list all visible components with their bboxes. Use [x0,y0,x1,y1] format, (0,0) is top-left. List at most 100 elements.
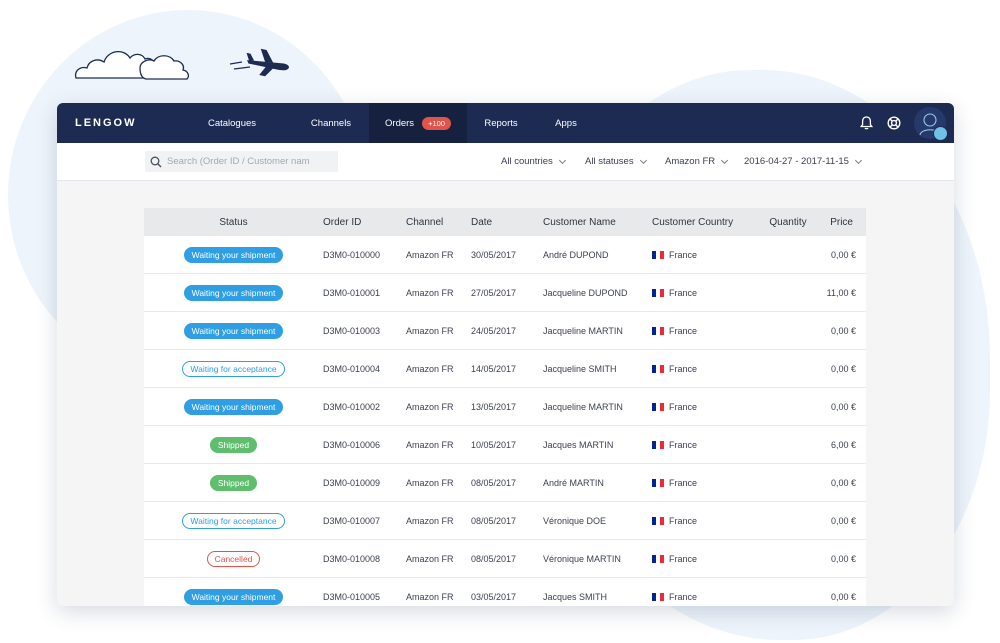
column-header-date[interactable]: Date [471,208,543,236]
customer-name-cell: Jacqueline SMITH [543,349,652,388]
column-header-customer-name[interactable]: Customer Name [543,208,652,236]
nav-channels[interactable]: Channels [293,103,369,143]
orders-table-container: Status Order ID Channel Date Customer Na… [144,208,866,606]
table-row[interactable]: Waiting for acceptance D3M0-010004 Amazon … [144,349,866,388]
price-cell: 0,00 € [812,387,866,426]
date-cell: 08/05/2017 [471,501,543,540]
column-header-status[interactable]: Status [144,208,323,236]
avatar[interactable] [914,107,948,141]
france-flag-icon [652,288,664,297]
nav-orders[interactable]: Orders +100 [369,103,467,143]
table-row[interactable]: Waiting for acceptance D3M0-010007 Amazon … [144,501,866,540]
price-cell: 0,00 € [812,311,866,350]
france-flag-icon [652,554,664,563]
order-id-cell[interactable]: D3M0-010001 [323,273,406,312]
order-id-cell[interactable]: D3M0-010008 [323,539,406,578]
quantity-cell [764,539,812,578]
table-row[interactable]: Shipped D3M0-010009 Amazon FR 08/05/2017 And… [144,463,866,502]
table-row[interactable]: Waiting your shipment D3M0-010000 Amazon F… [144,236,866,274]
status-cell: Waiting your shipment [144,273,323,312]
status-badge: Shipped [209,436,258,453]
order-id-cell[interactable]: D3M0-010006 [323,425,406,464]
order-id-cell[interactable]: D3M0-010009 [323,463,406,502]
status-badge: Shipped [209,474,258,491]
country-label: France [669,287,698,298]
table-row[interactable]: Waiting your shipment D3M0-010001 Amazon F… [144,273,866,312]
channel-cell: Amazon FR [406,577,471,606]
order-id-cell[interactable]: D3M0-010002 [323,387,406,426]
customer-country-cell: France [652,311,764,350]
price-cell: 0,00 € [812,349,866,388]
motion-line [233,66,251,70]
status-cell: Shipped [144,425,323,464]
price-cell: 6,00 € [812,425,866,464]
france-flag-icon [652,402,664,411]
chevron-down-icon [854,156,862,164]
quantity-cell [764,425,812,464]
status-cell: Cancelled [144,539,323,578]
airplane-icon [246,48,289,77]
channel-cell: Amazon FR [406,349,471,388]
status-badge: Waiting your shipment [183,398,284,415]
date-cell: 30/05/2017 [471,236,543,274]
date-cell: 08/05/2017 [471,539,543,578]
table-row[interactable]: Shipped D3M0-010006 Amazon FR 10/05/2017 Jac… [144,425,866,464]
table-row[interactable]: Waiting your shipment D3M0-010002 Amazon F… [144,387,866,426]
table-row[interactable]: Waiting your shipment D3M0-010003 Amazon F… [144,311,866,350]
quantity-cell [764,387,812,426]
search-input[interactable] [167,156,335,167]
customer-country-cell: France [652,539,764,578]
customer-name-cell: Véronique MARTIN [543,539,652,578]
table-header-row: Status Order ID Channel Date Customer Na… [144,208,866,236]
support-icon[interactable] [886,115,902,131]
order-id-cell[interactable]: D3M0-010004 [323,349,406,388]
column-header-quantity[interactable]: Quantity [764,208,812,236]
clouds-airplane-illustration [74,48,289,80]
customer-name-cell: Jacqueline MARTIN [543,387,652,426]
customer-country-cell: France [652,273,764,312]
column-header-price[interactable]: Price [812,208,866,236]
column-header-customer-country[interactable]: Customer Country [652,208,764,236]
customer-name-cell: Jacqueline DUPOND [543,273,652,312]
price-cell: 0,00 € [812,539,866,578]
country-label: France [669,401,698,412]
customer-country-cell: France [652,577,764,606]
bell-icon[interactable] [858,115,874,131]
status-badge: Waiting your shipment [183,246,284,263]
order-id-cell[interactable]: D3M0-010003 [323,311,406,350]
customer-name-cell: André DUPOND [543,236,652,274]
status-badge: Waiting for acceptance [182,360,285,377]
table-row[interactable]: Cancelled D3M0-010008 Amazon FR 08/05/2017 V… [144,539,866,578]
main-nav: Catalogues Channels Orders +100 Reports A… [171,103,597,143]
customer-name-cell: Jacqueline MARTIN [543,311,652,350]
order-id-cell[interactable]: D3M0-010000 [323,236,406,274]
country-filter-dropdown[interactable]: All countries [501,143,566,180]
channel-cell: Amazon FR [406,273,471,312]
order-id-cell[interactable]: D3M0-010007 [323,501,406,540]
channel-cell: Amazon FR [406,463,471,502]
channel-filter-dropdown[interactable]: Amazon FR [665,143,729,180]
channel-cell: Amazon FR [406,387,471,426]
nav-catalogues[interactable]: Catalogues [171,103,293,143]
table-row[interactable]: Waiting your shipment D3M0-010005 Amazon F… [144,577,866,606]
column-header-order-id[interactable]: Order ID [323,208,406,236]
dropdown-label: Amazon FR [665,156,716,167]
column-header-channel[interactable]: Channel [406,208,471,236]
order-id-cell[interactable]: D3M0-010005 [323,577,406,606]
status-cell: Waiting your shipment [144,236,323,274]
france-flag-icon [652,478,664,487]
customer-country-cell: France [652,349,764,388]
avatar-status-icon [933,126,948,141]
nav-apps[interactable]: Apps [535,103,597,143]
nav-reports[interactable]: Reports [467,103,535,143]
status-badge: Waiting for acceptance [182,512,285,529]
price-cell: 0,00 € [812,463,866,502]
customer-country-cell: France [652,501,764,540]
status-filter-dropdown[interactable]: All statuses [585,143,647,180]
dropdown-label: All countries [501,156,553,167]
date-range-dropdown[interactable]: 2016-04-27 - 2017-11-15 [744,143,862,180]
orders-table: Status Order ID Channel Date Customer Na… [144,208,866,606]
quantity-cell [764,236,812,274]
france-flag-icon [652,440,664,449]
search-box [145,151,338,172]
